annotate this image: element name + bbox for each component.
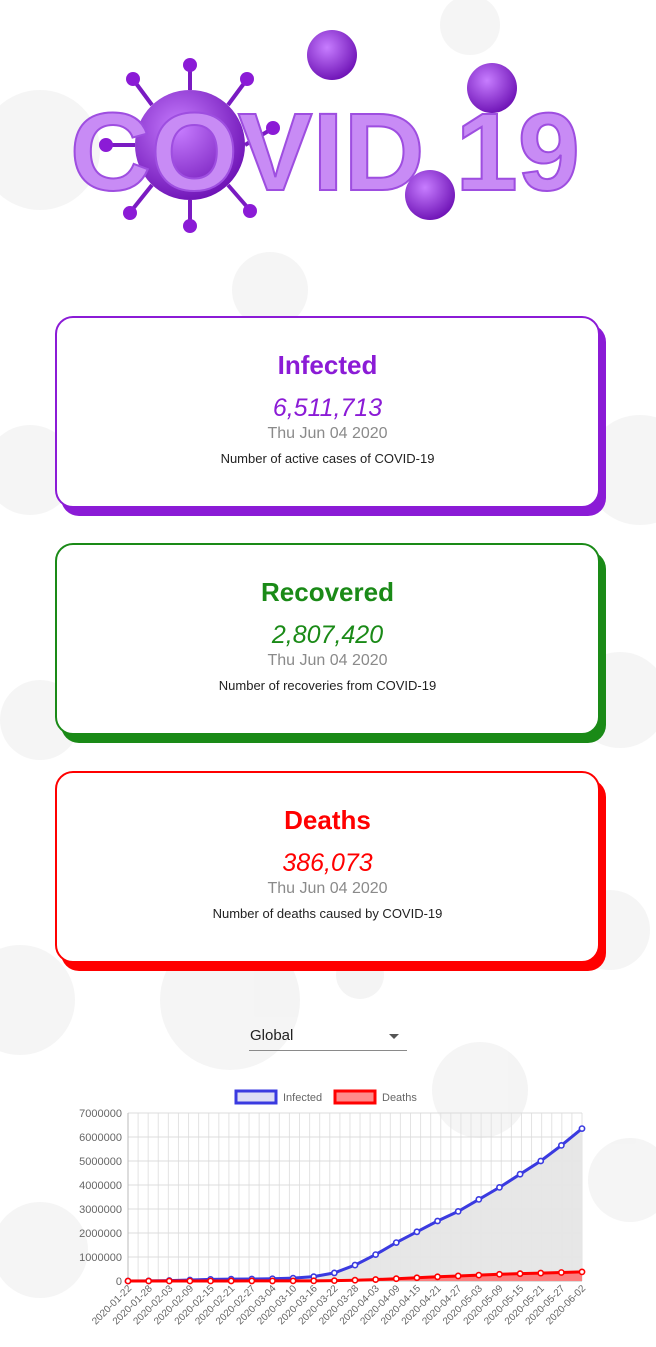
y-tick-label: 3000000	[79, 1204, 122, 1216]
data-point	[537, 1269, 545, 1277]
y-tick-label: 1000000	[79, 1252, 122, 1264]
cases-line-chart: 0 1000000 2000000 3000000 4000000 5000000 6000…	[79, 1089, 588, 1327]
legend-label-deaths: Deaths	[382, 1092, 417, 1104]
data-point	[124, 1277, 132, 1285]
data-point	[537, 1157, 545, 1165]
data-point	[330, 1269, 338, 1277]
infected-card: Infected 6,511,713 Thu Jun 04 2020 Numbe…	[55, 316, 600, 508]
data-point	[557, 1142, 565, 1149]
card-date: Thu Jun 04 2020	[267, 652, 388, 669]
data-point	[516, 1170, 524, 1178]
data-point	[269, 1277, 276, 1285]
y-tick-label: 0	[116, 1276, 122, 1288]
y-tick-label: 2000000	[79, 1228, 122, 1240]
legend-label-infected: Infected	[283, 1092, 322, 1104]
y-tick-label: 5000000	[79, 1156, 122, 1168]
card-description: Number of deaths caused by COVID-19	[212, 906, 443, 921]
data-point	[475, 1271, 483, 1279]
data-point	[165, 1277, 173, 1285]
data-point	[145, 1277, 153, 1285]
card-date: Thu Jun 04 2020	[267, 880, 388, 897]
data-point	[413, 1228, 421, 1236]
recovered-card: Recovered 2,807,420 Thu Jun 04 2020 Numb…	[55, 543, 600, 735]
card-title: Deaths	[284, 805, 371, 835]
data-point	[372, 1276, 380, 1283]
data-point	[227, 1277, 235, 1285]
data-point	[475, 1196, 483, 1203]
series-area-infected	[128, 1128, 582, 1281]
card-title: Infected	[277, 350, 378, 380]
card-value: 2,807,420	[271, 621, 384, 649]
chevron-down-icon	[389, 1034, 399, 1039]
data-point	[248, 1277, 256, 1285]
data-point	[454, 1208, 462, 1215]
data-point	[351, 1276, 359, 1284]
data-point	[496, 1270, 503, 1278]
card-description: Number of active cases of COVID-19	[220, 451, 435, 466]
data-point	[186, 1277, 194, 1285]
data-point	[351, 1261, 359, 1269]
data-point	[434, 1273, 441, 1281]
data-point	[578, 1268, 586, 1276]
card-title: Recovered	[261, 577, 394, 607]
card-value: 6,511,713	[272, 394, 383, 422]
country-select-value: Global	[250, 1027, 294, 1044]
y-tick-label: 4000000	[79, 1180, 122, 1192]
data-point	[516, 1270, 524, 1278]
data-point	[413, 1274, 421, 1282]
legend-swatch-infected	[234, 1089, 278, 1105]
data-point	[392, 1239, 400, 1246]
data-point	[310, 1277, 318, 1285]
card-date: Thu Jun 04 2020	[267, 425, 388, 442]
deaths-card: Deaths 386,073 Thu Jun 04 2020 Number of…	[55, 771, 600, 963]
legend-swatch-deaths	[333, 1089, 377, 1105]
covid19-logo: COVID 19	[69, 30, 581, 233]
data-point	[207, 1277, 214, 1285]
country-select[interactable]: Global	[249, 1022, 407, 1051]
data-point	[454, 1272, 462, 1280]
data-point	[434, 1217, 441, 1225]
card-value: 386,073	[282, 849, 373, 877]
card-description: Number of recoveries from COVID-19	[218, 678, 437, 693]
data-point	[496, 1184, 503, 1191]
data-point	[557, 1269, 565, 1276]
y-tick-label: 6000000	[79, 1132, 122, 1144]
data-point	[372, 1251, 380, 1258]
data-point	[392, 1275, 400, 1283]
logo-text: COVID 19	[70, 91, 580, 214]
data-point	[578, 1125, 586, 1132]
data-point	[330, 1277, 338, 1285]
y-tick-label: 7000000	[79, 1108, 122, 1120]
data-point	[289, 1277, 297, 1285]
